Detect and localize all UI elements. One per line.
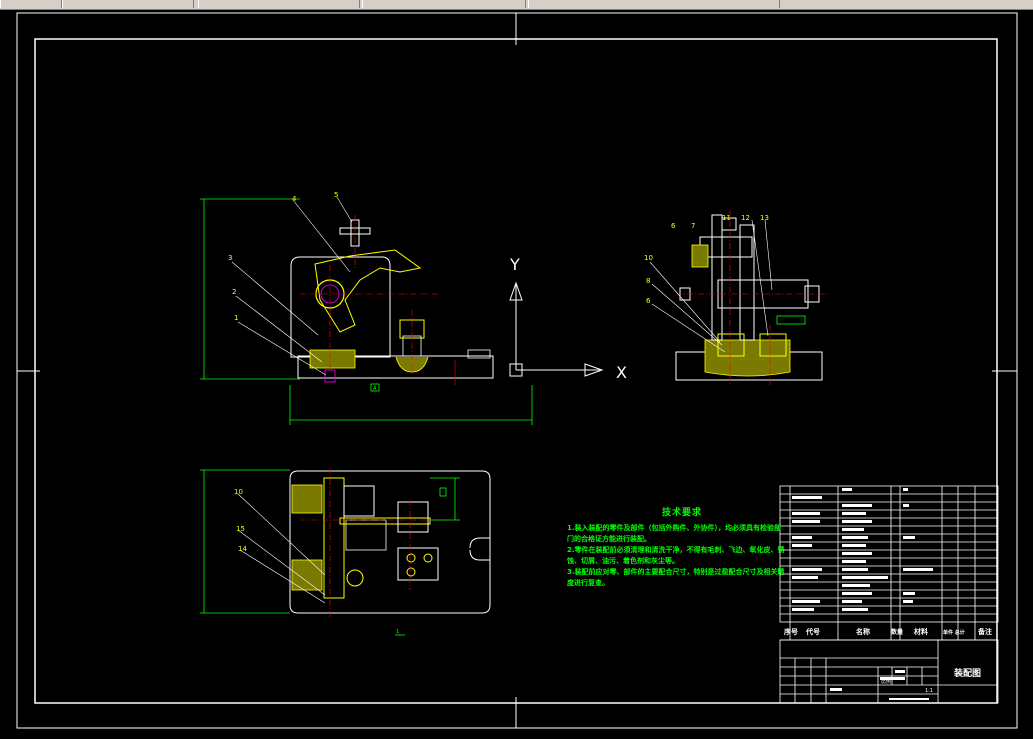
toolbar-tab-5[interactable] [528,0,780,8]
technical-requirements: 技术要求 1.装入装配的零件及部件（包括外购件、外协件），均必须具有检验部 门的… [567,508,797,589]
col-header-qty: 数量 [891,628,903,636]
side-part-11: 11 [722,214,731,222]
col-header-material: 材料 [913,627,928,636]
side-part-6: 6 [671,222,676,230]
ucs-axes-icon [509,281,604,377]
col-header-name: 名称 [856,627,870,636]
tech-line-5: 3.装配前应对零、部件的主要配合尺寸，特别是过盈配合尺寸及相关精 [567,568,785,576]
toolbar-tab-1[interactable] [0,0,62,8]
front-part-4: 4 [292,195,297,203]
front-view [200,196,533,425]
scale-value: 1:1 [925,688,933,694]
toolbar-tab-4[interactable] [362,0,526,8]
parts-list-entries [792,488,933,700]
side-view [649,210,830,385]
tech-title: 技术要求 [661,508,702,518]
side-part-6b: 6 [646,297,651,305]
top-part-10: 10 [234,488,243,496]
cad-drawing: 4 5 3 2 1 A Y X 6 7 11 12 13 10 8 6 10 1… [16,12,1018,729]
col-header-index: 序号 [783,627,798,636]
side-part-12: 12 [741,214,750,222]
front-part-3: 3 [228,254,232,262]
top-part-15: 15 [236,525,245,533]
inner-border [34,38,998,704]
tech-line-3: 2.零件在装配前必须清理和清洗干净，不得有毛刺、飞边、氧化皮、锈 [567,546,785,554]
scale-label: 比例 [881,678,891,685]
toolbar-tab-3[interactable] [198,0,360,8]
side-part-10: 10 [644,254,653,262]
side-part-13: 13 [760,214,769,222]
top-part-14: 14 [238,545,247,553]
window-toolbar [0,0,1033,10]
col-header-weight: 单件 总计 [943,629,965,636]
datum-a-label: A [373,386,377,392]
side-part-7: 7 [691,222,695,230]
section-label-1: 1 [396,629,399,635]
tech-line-2: 门的合格证方能进行装配。 [567,535,651,543]
front-part-1: 1 [234,314,238,322]
drawing-name: 装配图 [953,667,981,679]
tech-line-4: 蚀、切屑、油污、着色剂和灰尘等。 [567,557,679,565]
axis-y-label: Y [509,255,520,274]
tech-line-6: 度进行复查。 [567,579,609,587]
cad-drawing-canvas[interactable]: 4 5 3 2 1 A Y X 6 7 11 12 13 10 8 6 10 1… [0,10,1033,735]
tech-line-1: 1.装入装配的零件及部件（包括外购件、外协件），均必须具有检验部 [567,524,782,532]
col-header-remarks: 备注 [977,627,992,636]
col-header-code: 代号 [805,627,820,636]
axis-x-label: X [616,363,627,382]
toolbar-tab-2[interactable] [62,0,194,8]
side-part-8: 8 [646,277,650,285]
front-part-5: 5 [334,191,338,199]
front-part-2: 2 [232,288,236,296]
